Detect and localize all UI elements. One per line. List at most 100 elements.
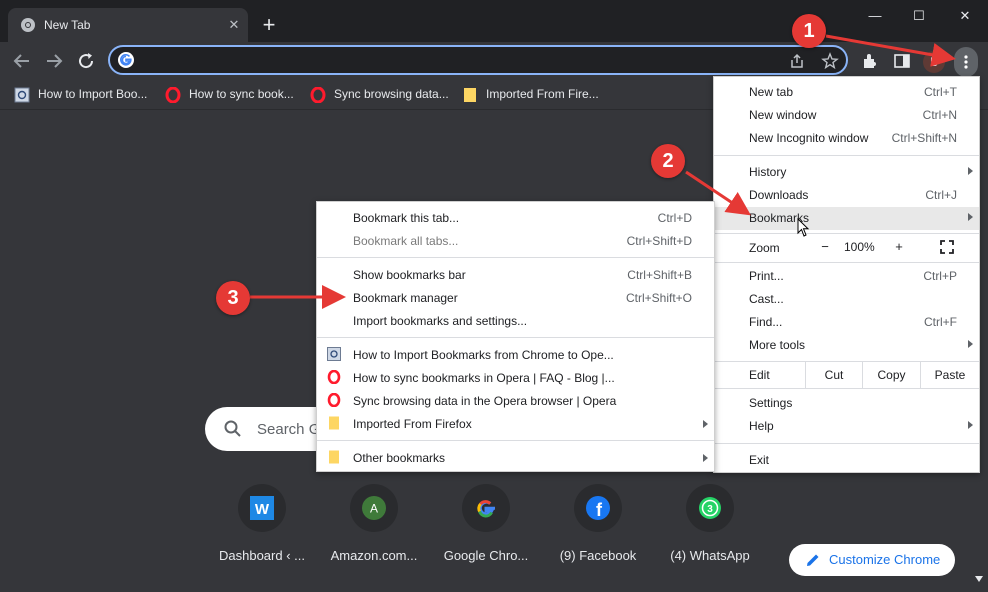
a-icon: A (362, 496, 386, 520)
cut-button[interactable]: Cut (805, 362, 862, 388)
menu-item-bookmark-tab[interactable]: Bookmark this tab... Ctrl+D (317, 206, 714, 229)
bookmark-folder-other[interactable]: Other bookmarks (317, 446, 714, 469)
shortcut-tile[interactable]: Google Chro... (430, 484, 542, 563)
search-icon (224, 420, 241, 437)
shortcut-label: Amazon.com... (330, 548, 418, 563)
chrome-menu-button[interactable] (954, 47, 978, 77)
side-panel-icon[interactable] (893, 52, 911, 70)
menu-item-show-bookmarks-bar[interactable]: Show bookmarks bar Ctrl+Shift+B (317, 263, 714, 286)
menu-shortcut: Ctrl+N (922, 108, 957, 122)
menu-item-import-bookmarks[interactable]: Import bookmarks and settings... (317, 309, 714, 332)
menu-divider (714, 262, 979, 263)
google-icon (477, 500, 495, 518)
zoom-out-button[interactable]: − (816, 239, 834, 254)
reload-icon[interactable] (74, 50, 98, 72)
bookmark-folder[interactable]: Imported From Firefox (317, 412, 714, 435)
menu-item-new-window[interactable]: New window Ctrl+N (714, 104, 979, 127)
copy-button[interactable]: Copy (862, 362, 920, 388)
menu-label: New window (749, 108, 817, 122)
svg-text:f: f (596, 500, 603, 520)
menu-shortcut: Ctrl+Shift+N (891, 131, 957, 145)
bookmarks-submenu: Bookmark this tab... Ctrl+D Bookmark all… (316, 201, 715, 472)
bookmark-entry[interactable]: How to sync bookmarks in Opera | FAQ - B… (317, 366, 714, 389)
search-placeholder: Search G (257, 421, 321, 438)
menu-item-help[interactable]: Help (714, 415, 979, 438)
chevron-right-icon (968, 213, 973, 221)
shortcut-label: Google Chro... (443, 548, 529, 563)
zoom-level: 100% (844, 240, 875, 254)
menu-item-find[interactable]: Find... Ctrl+F (714, 311, 979, 334)
facebook-icon: f (586, 496, 610, 520)
menu-item-print[interactable]: Print... Ctrl+P (714, 265, 979, 288)
bookmark-bar-folder[interactable]: Imported From Fire... (462, 86, 599, 104)
menu-item-new-incognito[interactable]: New Incognito window Ctrl+Shift+N (714, 127, 979, 150)
menu-divider (714, 233, 979, 234)
shortcut-tile[interactable]: A Amazon.com... (318, 484, 430, 563)
bookmark-entry[interactable]: Sync browsing data in the Opera browser … (317, 389, 714, 412)
menu-item-history[interactable]: History (714, 161, 979, 184)
menu-item-more-tools[interactable]: More tools (714, 334, 979, 357)
bookmark-bar-label: How to Import Boo... (38, 87, 148, 101)
scroll-down-icon[interactable] (974, 575, 984, 583)
shortcut-tile[interactable]: f (9) Facebook (542, 484, 654, 563)
customize-label: Customize Chrome (829, 552, 941, 567)
bookmark-bar-item[interactable]: How to sync book... (165, 86, 294, 104)
chevron-right-icon (968, 340, 973, 348)
menu-label: Find... (749, 315, 783, 329)
paste-button[interactable]: Paste (920, 362, 979, 388)
bookmark-entry[interactable]: How to Import Bookmarks from Chrome to O… (317, 343, 714, 366)
tab-close-icon[interactable]: ✕ (226, 17, 242, 33)
menu-label: Zoom (749, 241, 780, 255)
shortcut-tile[interactable]: 3 (4) WhatsApp (654, 484, 766, 563)
fullscreen-icon[interactable] (940, 240, 954, 254)
bookmark-bar-item[interactable]: How to Import Boo... (14, 86, 147, 104)
address-bar[interactable] (108, 45, 848, 75)
menu-item-exit[interactable]: Exit (714, 449, 979, 472)
menu-label: Bookmark manager (353, 291, 458, 305)
page-icon (14, 87, 30, 103)
toolbar: B (0, 42, 988, 80)
w-icon: W (250, 496, 274, 520)
maximize-button[interactable]: ☐ (896, 6, 942, 26)
menu-label: Settings (749, 396, 793, 410)
opera-icon (165, 86, 181, 103)
step-badge-3: 3 (216, 281, 250, 315)
menu-item-new-tab[interactable]: New tab Ctrl+T (714, 81, 979, 104)
chevron-right-icon (968, 421, 973, 429)
menu-label: How to Import Bookmarks from Chrome to O… (353, 348, 614, 362)
back-icon[interactable] (10, 50, 34, 72)
kebab-menu-icon (964, 55, 968, 69)
zoom-in-button[interactable]: + (890, 239, 908, 254)
menu-divider (317, 440, 714, 441)
menu-divider (317, 257, 714, 258)
forward-icon[interactable] (42, 50, 66, 72)
menu-item-settings[interactable]: Settings (714, 392, 979, 415)
menu-label: More tools (749, 338, 806, 352)
menu-item-bookmark-manager[interactable]: Bookmark manager Ctrl+Shift+O (317, 286, 714, 309)
menu-item-bookmarks[interactable]: Bookmarks (714, 207, 979, 230)
shortcut-tile[interactable]: W Dashboard ‹ ... (206, 484, 318, 563)
menu-divider (714, 443, 979, 444)
bookmark-bar-item[interactable]: Sync browsing data... (310, 86, 449, 104)
tab-title: New Tab (44, 18, 91, 32)
opera-icon (327, 370, 341, 384)
menu-item-cast[interactable]: Cast... (714, 288, 979, 311)
folder-icon (329, 450, 339, 464)
menu-label: Imported From Firefox (353, 417, 472, 431)
menu-item-bookmark-all-tabs[interactable]: Bookmark all tabs... Ctrl+Shift+D (317, 229, 714, 252)
share-icon[interactable] (788, 52, 806, 70)
shortcut-label: Dashboard ‹ ... (219, 548, 305, 563)
close-window-button[interactable]: ✕ (942, 6, 988, 26)
new-tab-button[interactable]: + (258, 14, 280, 36)
menu-shortcut: Ctrl+P (923, 269, 957, 283)
star-icon[interactable] (821, 52, 839, 70)
extensions-icon[interactable] (861, 52, 879, 70)
menu-label: Show bookmarks bar (353, 268, 466, 282)
menu-item-downloads[interactable]: Downloads Ctrl+J (714, 184, 979, 207)
tab-new-tab[interactable]: New Tab ✕ (8, 8, 248, 42)
minimize-button[interactable]: — (852, 6, 898, 26)
step-badge-2: 2 (651, 144, 685, 178)
profile-avatar[interactable]: B (923, 51, 945, 73)
customize-chrome-button[interactable]: Customize Chrome (789, 544, 955, 576)
title-bar: New Tab ✕ + — ☐ ✕ (0, 0, 988, 42)
